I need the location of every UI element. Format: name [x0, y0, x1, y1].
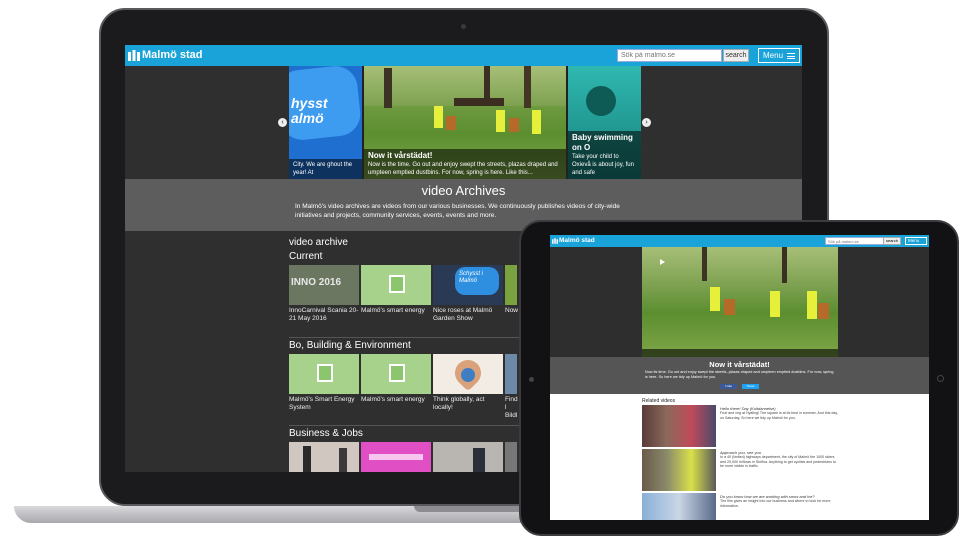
slide-caption: Baby swimming on O Take your child to Ox… — [568, 131, 641, 179]
related-video-desc: Fruit and veg at Hyallng! The square is … — [720, 411, 838, 420]
video-thumb-image — [433, 354, 503, 394]
section-title-current[interactable]: Current — [289, 251, 322, 262]
video-thumb-image — [361, 442, 431, 472]
site-logo[interactable]: Malmö stad — [142, 49, 203, 61]
video-description: Now its time. Go out and enjoy swept the… — [645, 370, 834, 379]
video-thumb-caption: InnoCarnival Scania 20-21 May 2016 — [289, 307, 359, 322]
video-thumb[interactable]: Malmö's Smart Energy System — [289, 354, 359, 420]
related-video-item[interactable]: Hello there! Day (Kultdannelse) Fruit an… — [642, 405, 838, 447]
video-thumb[interactable] — [289, 442, 359, 472]
slide-sign-text: hysst almö — [291, 95, 328, 126]
video-thumb-image: Schysst i Malmö — [433, 265, 503, 305]
video-thumb[interactable]: Now — [505, 265, 519, 323]
video-player-band — [550, 247, 929, 357]
section-title-building[interactable]: Bo, Building & Environment — [289, 340, 411, 351]
video-thumb[interactable]: Schysst i Malmö Nice roses at Malmö Gard… — [433, 265, 503, 323]
video-title: Now it vårstädat! — [709, 360, 770, 369]
video-thumb[interactable] — [433, 442, 503, 472]
video-thumb-image — [361, 265, 431, 305]
video-thumb-caption: Now — [505, 307, 519, 314]
video-thumb-caption: Malmö's Smart Energy System — [289, 396, 355, 411]
section-title-business[interactable]: Business & Jobs — [289, 428, 363, 439]
carousel-slide[interactable]: hysst almö City. We are ghout the year! … — [289, 66, 362, 179]
video-thumb-image — [361, 354, 431, 394]
video-controls-bar[interactable] — [642, 349, 838, 357]
hamburger-icon — [787, 53, 795, 59]
carousel-prev-arrow[interactable]: ‹ — [278, 118, 287, 127]
video-thumb[interactable]: Find l Bildl — [505, 354, 518, 420]
carousel-slide-active[interactable]: Now it vårstädat! Now is the time. Go ou… — [364, 66, 566, 179]
video-info-band: Now it vårstädat! Now its time. Go out a… — [550, 357, 929, 394]
video-thumb[interactable]: Think globally, act locally! — [433, 354, 503, 420]
video-thumb-image — [289, 442, 359, 472]
search-button[interactable]: search — [723, 49, 749, 62]
laptop-camera — [461, 24, 466, 29]
video-thumb-image — [433, 442, 503, 472]
menu-button[interactable]: Menu — [758, 48, 800, 63]
related-video-desc: The film gives an insight into our busin… — [720, 499, 831, 508]
slide-caption-text: City. We are ghout the year! At — [293, 162, 353, 176]
thumbs-row-business — [289, 442, 517, 472]
search-input[interactable] — [617, 49, 722, 62]
slide-caption: City. We are ghout the year! At — [289, 159, 362, 179]
related-video-thumb — [642, 449, 716, 491]
video-archive-heading: video archive — [289, 237, 348, 248]
carousel-slide[interactable]: Baby swimming on O Take your child to Ox… — [568, 66, 641, 179]
video-thumb[interactable] — [361, 442, 431, 472]
video-thumb-caption: Think globally, act locally! — [433, 396, 485, 411]
thumbs-row-current: INNO 2016 InnoCarnival Scania 20-21 May … — [289, 265, 519, 323]
tablet-screen: Malmö stad search Menu Now it vårstädat!… — [550, 235, 929, 520]
video-thumb-caption: Malmö's smart energy — [361, 396, 425, 403]
related-video-thumb — [642, 493, 716, 520]
video-thumb[interactable]: Malmö's smart energy — [361, 265, 431, 323]
carousel-next-arrow[interactable]: › — [642, 118, 651, 127]
video-thumb-caption: Nice roses at Malmö Garden Show — [433, 307, 493, 322]
related-video-item[interactable]: Do you know how we are working with snow… — [642, 493, 838, 520]
video-thumb-caption: Find l Bildl — [505, 396, 518, 419]
play-icon[interactable] — [660, 259, 665, 265]
menu-button[interactable]: Menu — [905, 237, 927, 245]
video-thumb[interactable]: INNO 2016 InnoCarnival Scania 20-21 May … — [289, 265, 359, 323]
city-crest-icon — [128, 50, 140, 61]
archive-description: In Malmö's video archives are videos fro… — [295, 203, 620, 219]
video-thumb-image: INNO 2016 — [289, 265, 359, 305]
video-thumb-image — [289, 354, 359, 394]
tweet-button[interactable]: Tweet — [742, 384, 759, 389]
video-thumb-image — [505, 442, 517, 472]
related-videos-heading: Related videos — [642, 398, 676, 404]
video-thumb[interactable] — [505, 442, 517, 472]
thumb-art-text: Schysst i Malmö — [459, 271, 484, 284]
slide-title: Baby swimming on O — [572, 133, 633, 152]
thumbs-row-building: Malmö's Smart Energy System Malmö's smar… — [289, 354, 518, 420]
related-video-desc: In a 40 (limited) highways department, t… — [720, 455, 836, 469]
facebook-like-button[interactable]: f Like — [720, 384, 737, 389]
video-thumb[interactable]: Malmö's smart energy — [361, 354, 431, 420]
site-header: Malmö stad search Menu — [125, 45, 802, 66]
slide-title: Now it vårstädat! — [368, 151, 433, 160]
related-video-thumb — [642, 405, 716, 447]
thumb-art-text: INNO 2016 — [291, 277, 342, 288]
related-video-item[interactable]: Approach you, see you In a 40 (limited) … — [642, 449, 838, 491]
device-mockup-stage: Malmö stad search Menu hysst almö City. … — [0, 0, 963, 541]
city-crest-icon — [552, 238, 558, 244]
tablet-site-header: Malmö stad search Menu — [550, 235, 929, 247]
laptop-notch — [414, 506, 524, 512]
site-logo[interactable]: Malmö stad — [559, 237, 595, 244]
slide-caption-text: Take your child to Oxievå is about joy, … — [572, 154, 634, 176]
slide-caption: Now it vårstädat! Now is the time. Go ou… — [364, 149, 566, 179]
menu-label: Menu — [763, 51, 784, 60]
video-thumb-image — [505, 354, 517, 394]
video-thumb-image — [505, 265, 517, 305]
archive-title: video Archives — [421, 183, 506, 198]
video-carousel: hysst almö City. We are ghout the year! … — [289, 66, 641, 179]
video-player[interactable] — [642, 247, 838, 357]
video-thumb-caption: Malmö's smart energy — [361, 307, 425, 314]
slide-caption-text: Now is the time. Go out and enjoy swept … — [368, 162, 558, 176]
tablet-home-button — [937, 375, 944, 382]
search-button[interactable]: search — [883, 237, 901, 245]
tablet-camera — [529, 377, 534, 382]
